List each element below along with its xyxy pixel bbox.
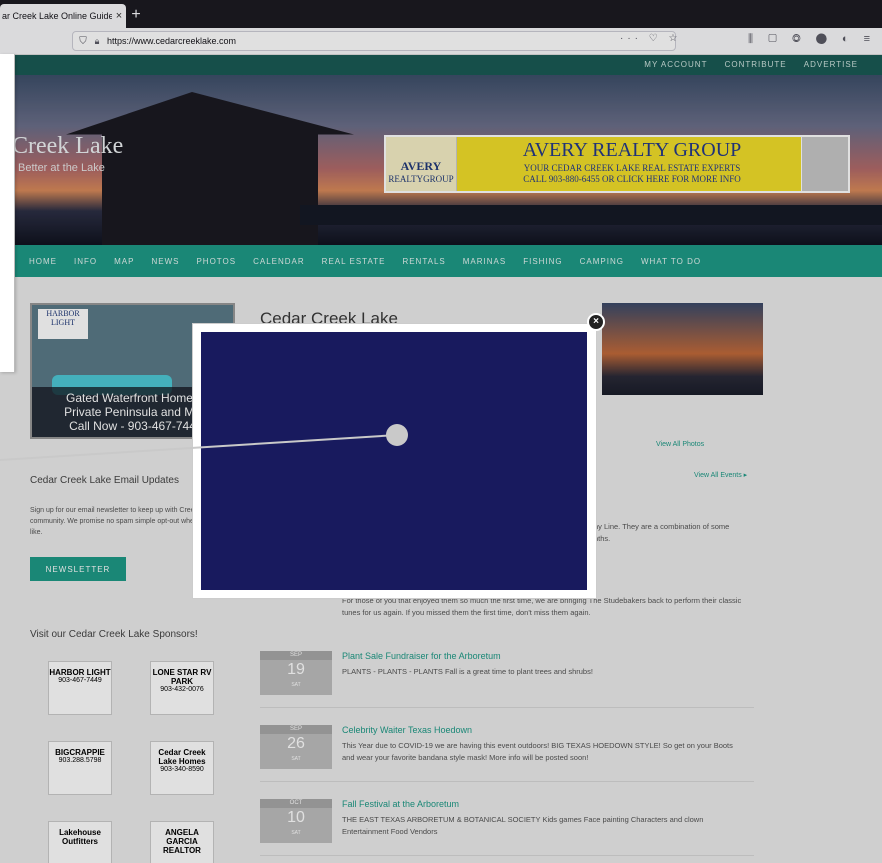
pointer-stroke: [0, 434, 398, 461]
pointer-line: [0, 434, 398, 461]
cursor-dot: [386, 424, 408, 446]
